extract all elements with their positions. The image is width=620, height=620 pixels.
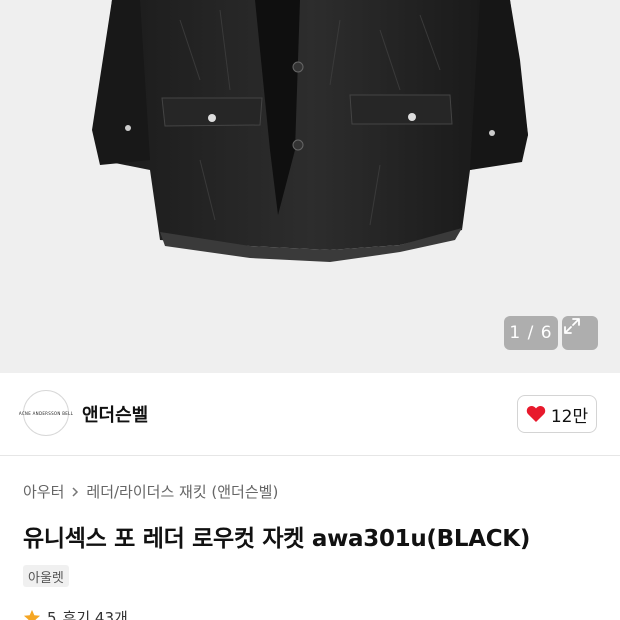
brand-logo[interactable]: ACNE ANDERSSON BELL [19, 390, 73, 436]
breadcrumb-subcategory[interactable]: 레더/라이더스 재킷 (앤더슨벨) [86, 481, 278, 502]
expand-button[interactable] [562, 316, 598, 350]
heart-icon [526, 406, 546, 422]
like-count: 12만 [550, 406, 589, 427]
section-divider [0, 455, 620, 456]
expand-icon [564, 318, 580, 334]
product-title: 유니섹스 포 레더 로우컷 자켓 awa301u(BLACK) [23, 526, 531, 552]
brand-name[interactable]: 앤더슨벨 [82, 401, 148, 427]
breadcrumb-category[interactable]: 아우터 [23, 481, 64, 502]
rating-row[interactable]: 5 후기 43개 [23, 607, 128, 620]
brand-row: ACNE ANDERSSON BELL 앤더슨벨 12만 [0, 373, 620, 455]
review-count: 후기 43개 [62, 609, 128, 620]
chevron-right-icon [72, 486, 79, 497]
brand-logo-text: ACNE ANDERSSON BELL [18, 410, 74, 416]
breadcrumb: 아우터 레더/라이더스 재킷 (앤더슨벨) [23, 481, 278, 502]
star-icon [23, 609, 41, 620]
image-counter: 1 / 6 [504, 316, 558, 350]
outlet-tag: 아울렛 [23, 565, 69, 587]
like-button[interactable]: 12만 [517, 395, 597, 433]
product-image-gallery[interactable]: 1 / 6 [0, 0, 620, 373]
rating-score: 5 [47, 608, 57, 620]
